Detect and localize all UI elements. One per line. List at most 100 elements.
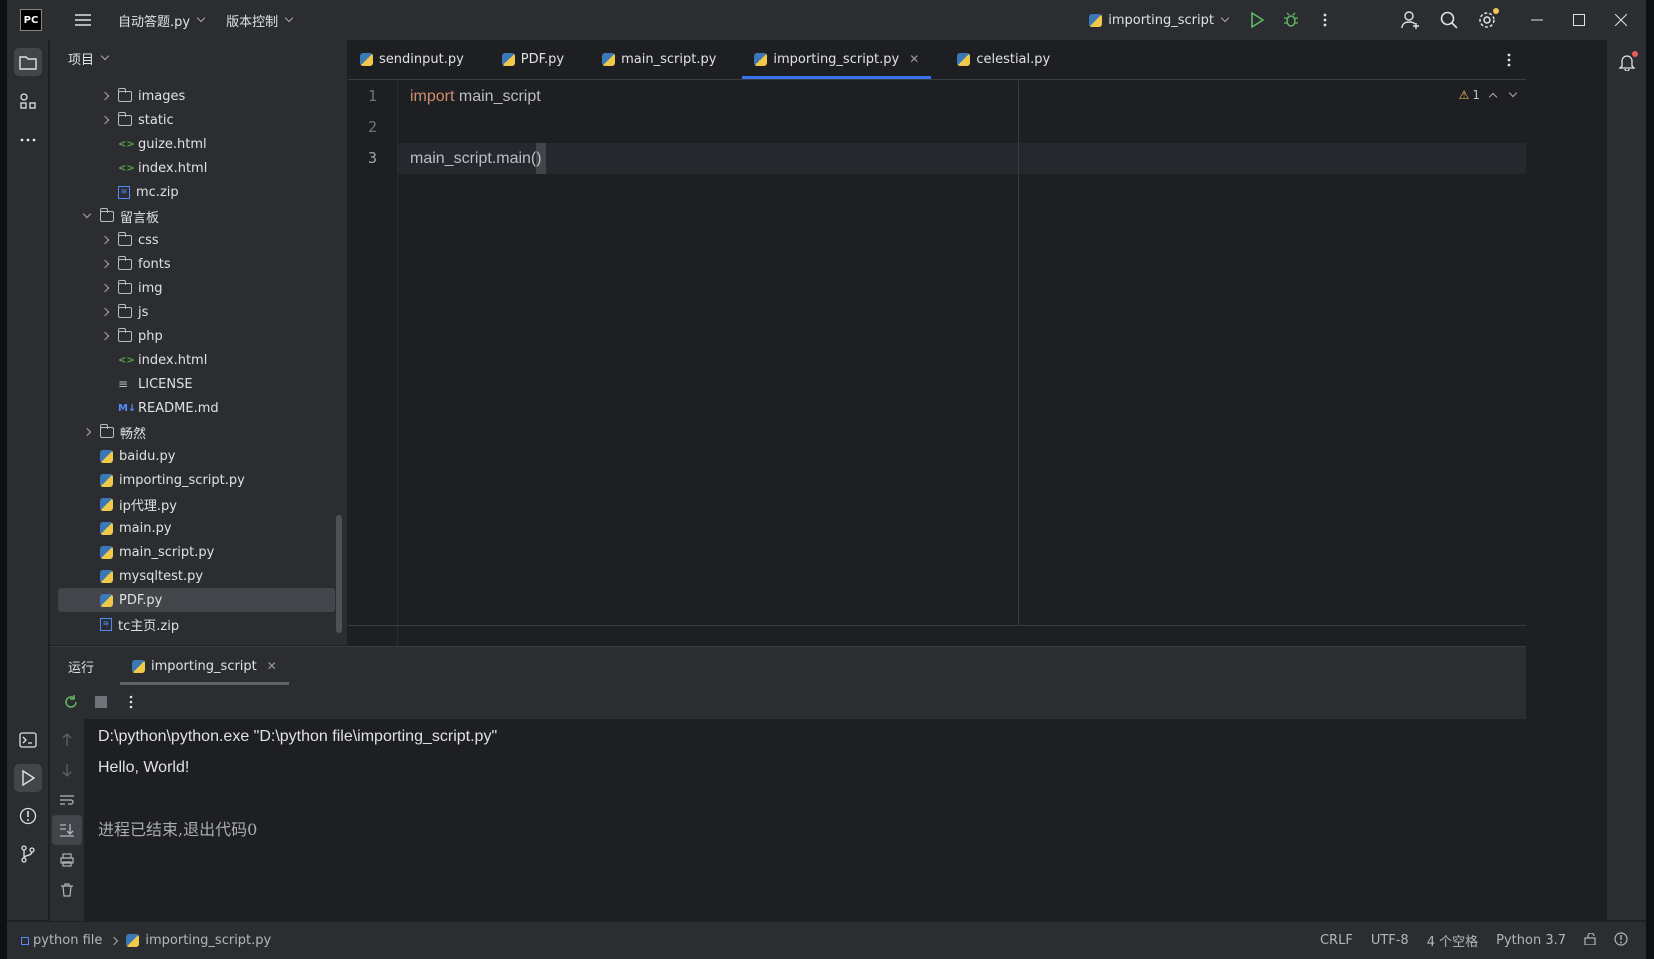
chevron-right-icon — [110, 936, 119, 945]
run-config-selector[interactable]: importing_script — [1089, 13, 1230, 28]
chevron-right-icon[interactable] — [98, 331, 112, 341]
scroll-up-button[interactable] — [52, 725, 82, 755]
close-window-button[interactable] — [1606, 5, 1636, 35]
editor-tab[interactable]: importing_script.py ✕ — [742, 39, 932, 79]
run-more-button[interactable] — [116, 687, 146, 717]
print-button[interactable] — [52, 845, 82, 875]
tree-file[interactable]: ≡ LICENSE — [50, 372, 347, 396]
tree-file[interactable]: <> guize.html — [50, 132, 347, 156]
tree-folder[interactable]: images — [50, 84, 347, 108]
chevron-right-icon[interactable] — [98, 283, 112, 293]
tree-folder[interactable]: 留言板 — [50, 204, 347, 228]
editor-tab[interactable]: sendinput.py — [348, 39, 476, 79]
notifications-button[interactable] — [1613, 48, 1641, 76]
tree-file[interactable]: mysqltest.py — [50, 564, 347, 588]
tree-folder[interactable]: css — [50, 228, 347, 252]
breadcrumb-root[interactable]: python file — [33, 933, 102, 948]
horizontal-scrollbar[interactable] — [348, 625, 1526, 645]
rerun-button[interactable] — [56, 687, 86, 717]
tree-folder[interactable]: php — [50, 324, 347, 348]
project-switcher[interactable]: 自动答题.py — [118, 11, 206, 30]
line-separator[interactable]: CRLF — [1320, 933, 1353, 948]
tree-file[interactable]: main.py — [50, 516, 347, 540]
search-button[interactable] — [1434, 5, 1464, 35]
chevron-right-icon[interactable] — [98, 235, 112, 245]
close-icon[interactable]: ✕ — [909, 52, 919, 66]
inspections-toggle[interactable] — [1614, 931, 1628, 950]
tree-file[interactable]: importing_script.py — [50, 468, 347, 492]
main-menu-button[interactable] — [68, 5, 98, 35]
minimize-button[interactable] — [1522, 5, 1552, 35]
tree-file[interactable]: ip代理.py — [50, 492, 347, 516]
tree-file[interactable]: <> index.html — [50, 348, 347, 372]
problems-tool-button[interactable] — [14, 802, 42, 830]
tab-options-button[interactable] — [1494, 45, 1524, 75]
chevron-down-icon[interactable] — [80, 209, 94, 219]
inspection-widget[interactable]: ⚠ 1 — [1459, 88, 1518, 102]
terminal-tool-button[interactable] — [14, 726, 42, 754]
more-tools-button[interactable] — [14, 126, 42, 154]
python-interpreter[interactable]: Python 3.7 — [1496, 933, 1566, 948]
tree-file[interactable]: baidu.py — [50, 444, 347, 468]
tree-folder[interactable]: js — [50, 300, 347, 324]
structure-tool-button[interactable] — [14, 87, 42, 115]
tree-file[interactable]: ≋ tc主页.zip — [50, 612, 347, 636]
tree-folder[interactable]: img — [50, 276, 347, 300]
kebab-icon — [129, 695, 133, 709]
chevron-right-icon[interactable] — [98, 115, 112, 125]
breadcrumb-file[interactable]: importing_script.py — [145, 933, 271, 948]
run-button[interactable] — [1242, 5, 1272, 35]
editor-tab[interactable]: main_script.py — [590, 39, 728, 79]
tree-folder[interactable]: fonts — [50, 252, 347, 276]
search-icon — [1440, 11, 1458, 29]
chevron-down-icon[interactable] — [1508, 88, 1518, 98]
chevron-right-icon[interactable] — [80, 427, 94, 437]
vcs-menu[interactable]: 版本控制 — [226, 11, 294, 30]
project-tree-scrollbar[interactable] — [336, 515, 342, 633]
maximize-button[interactable] — [1564, 5, 1594, 35]
scroll-to-end-button[interactable] — [52, 815, 82, 845]
code-area[interactable]: import main_script main_script.main() — [398, 81, 1526, 645]
file-encoding[interactable]: UTF-8 — [1371, 933, 1409, 948]
tree-file[interactable]: PDF.py — [58, 588, 335, 612]
chevron-up-icon[interactable] — [1488, 92, 1498, 102]
chevron-right-icon[interactable] — [98, 91, 112, 101]
project-tool-button[interactable] — [14, 48, 42, 76]
code-with-me-button[interactable] — [1396, 5, 1426, 35]
run-tool-button[interactable] — [14, 764, 42, 792]
run-tab-importing-script[interactable]: importing_script ✕ — [120, 647, 289, 685]
soft-wrap-button[interactable] — [52, 785, 82, 815]
git-tool-button[interactable] — [14, 840, 42, 868]
close-icon[interactable]: ✕ — [267, 659, 277, 673]
readonly-toggle[interactable] — [1584, 931, 1596, 949]
scroll-down-button[interactable] — [52, 755, 82, 785]
tree-file[interactable]: <> index.html — [50, 156, 347, 180]
tree-file[interactable]: ≋ mc.zip — [50, 180, 347, 204]
console-output[interactable]: D:\python\python.exe "D:\python file\imp… — [98, 721, 1526, 921]
chevron-right-icon[interactable] — [98, 259, 112, 269]
clear-console-button[interactable] — [52, 875, 82, 905]
project-panel-header[interactable]: 项目 — [50, 40, 347, 76]
add-user-icon — [1401, 11, 1419, 29]
tree-item-label: img — [138, 280, 163, 296]
tree-folder[interactable]: 畅然 — [50, 420, 347, 444]
html-file-icon: <> — [118, 354, 135, 366]
python-file-icon — [100, 569, 113, 583]
settings-button[interactable] — [1472, 5, 1502, 35]
line-number: 3 — [367, 149, 378, 167]
editor-tab[interactable]: celestial.py — [945, 39, 1062, 79]
editor-tab-label: PDF.py — [520, 51, 565, 67]
editor-area: sendinput.py PDF.py main_script.py importin… — [348, 40, 1526, 645]
warning-count: 1 — [1472, 88, 1480, 102]
debug-button[interactable] — [1276, 5, 1306, 35]
indent-setting[interactable]: 4 个空格 — [1427, 931, 1478, 950]
tree-file[interactable]: main_script.py — [50, 540, 347, 564]
tree-file[interactable]: M↓ README.md — [50, 396, 347, 420]
stop-button[interactable] — [86, 687, 116, 717]
editor-tab[interactable]: PDF.py — [490, 39, 576, 79]
tree-folder[interactable]: static — [50, 108, 347, 132]
more-actions-button[interactable] — [1310, 5, 1340, 35]
python-file-icon — [957, 52, 971, 66]
chevron-right-icon[interactable] — [98, 307, 112, 317]
